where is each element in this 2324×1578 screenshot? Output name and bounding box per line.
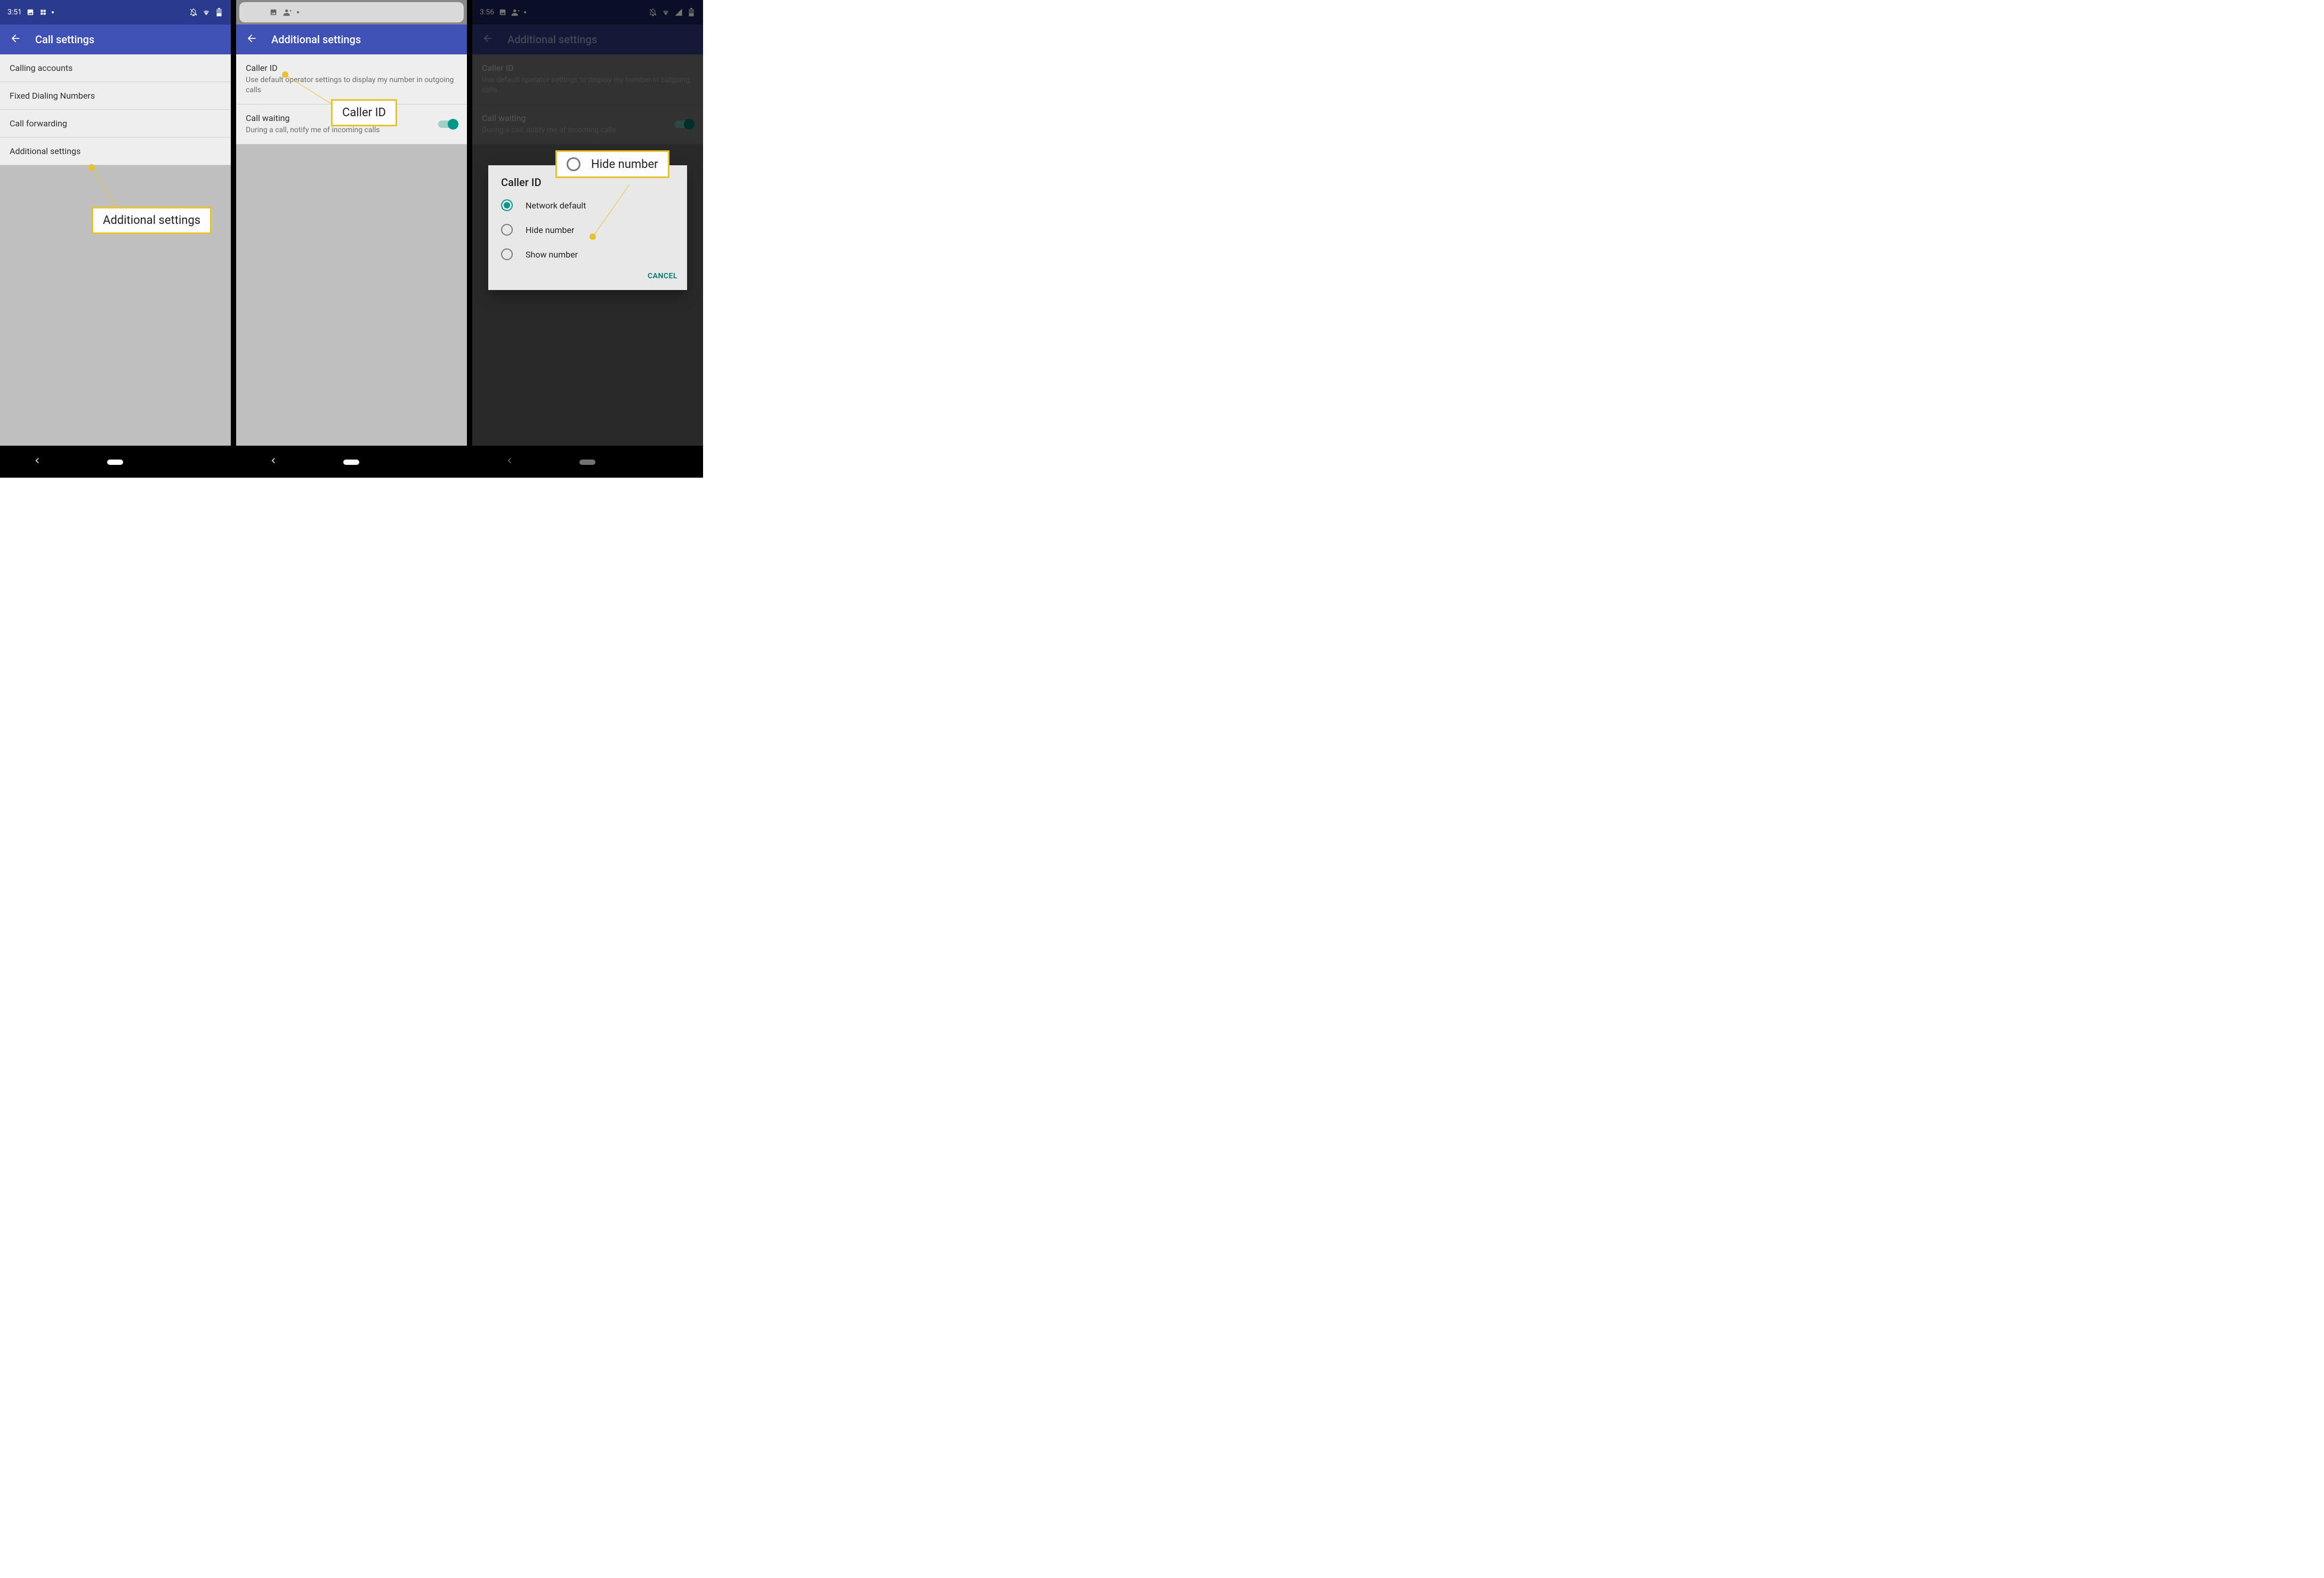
radio-label: Network default: [526, 200, 586, 211]
item-sublabel: Use default operator settings to display…: [246, 75, 457, 95]
item-label: Fixed Dialing Numbers: [10, 91, 221, 101]
nav-back-icon[interactable]: [269, 456, 278, 468]
image-icon: [269, 8, 278, 17]
cancel-button[interactable]: CANCEL: [648, 272, 677, 280]
item-fixed-dialing[interactable]: Fixed Dialing Numbers: [0, 82, 231, 110]
item-caller-id[interactable]: Caller ID Use default operator settings …: [236, 54, 467, 104]
nav-home-icon[interactable]: [107, 457, 123, 467]
slack-icon: [39, 8, 47, 17]
item-sublabel: During a call, notify me of incoming cal…: [246, 125, 380, 135]
page-title: Additional settings: [271, 33, 361, 46]
caller-id-dialog: Caller ID Network default Hide number Sh…: [488, 165, 687, 290]
radio-label: Hide number: [526, 225, 574, 235]
radio-icon: [567, 157, 580, 171]
screen-call-settings: 3:51: [0, 0, 231, 478]
titlebar: Additional settings: [236, 25, 467, 54]
status-bar: 3:51: [0, 0, 231, 25]
nav-home-icon[interactable]: [343, 457, 359, 467]
android-navbar: [236, 446, 467, 478]
battery-icon: [215, 8, 223, 17]
annotation-marker-icon: [282, 71, 288, 78]
radio-icon: [501, 199, 513, 211]
item-label: Caller ID: [246, 63, 457, 73]
radio-hide-number[interactable]: Hide number: [488, 218, 687, 242]
dialog-title: Caller ID: [488, 176, 687, 193]
item-call-forwarding[interactable]: Call forwarding: [0, 110, 231, 138]
screen-additional-settings: Additional settings Caller ID Use defaul…: [236, 0, 467, 478]
status-time: 3:51: [7, 8, 22, 17]
radio-icon: [501, 248, 513, 260]
back-arrow-icon[interactable]: [246, 33, 257, 46]
radio-network-default[interactable]: Network default: [488, 193, 687, 218]
back-arrow-icon[interactable]: [10, 33, 21, 46]
screen-caller-id-dialog: 3:56: [472, 0, 703, 478]
item-additional-settings[interactable]: Additional settings: [0, 138, 231, 165]
bell-mute-icon: [189, 8, 198, 17]
call-waiting-switch[interactable]: [438, 119, 457, 130]
status-dot-icon: [52, 11, 54, 13]
wifi-icon: [202, 8, 211, 17]
titlebar: Call settings: [0, 25, 231, 54]
callout-additional-settings: Additional settings: [92, 207, 212, 234]
android-navbar: [0, 446, 231, 478]
item-label: Call forwarding: [10, 118, 221, 128]
radio-icon: [501, 224, 513, 236]
empty-area: [236, 144, 467, 446]
annotation-marker-icon: [88, 164, 95, 171]
item-calling-accounts[interactable]: Calling accounts: [0, 54, 231, 82]
callout-hide-number: Hide number: [555, 150, 669, 178]
page-title: Call settings: [35, 33, 94, 46]
settings-list: Calling accounts Fixed Dialing Numbers C…: [0, 54, 231, 165]
item-label: Calling accounts: [10, 63, 221, 73]
status-bar: [236, 0, 467, 25]
radio-label: Show number: [526, 249, 578, 260]
person-add-icon: [283, 8, 292, 17]
image-icon: [26, 8, 35, 17]
callout-label: Hide number: [591, 158, 658, 171]
item-label: Additional settings: [10, 146, 221, 156]
callout-caller-id: Caller ID: [331, 99, 397, 126]
status-dot-icon: [297, 11, 299, 13]
radio-show-number[interactable]: Show number: [488, 242, 687, 267]
status-pill: [239, 2, 464, 22]
nav-back-icon[interactable]: [33, 456, 42, 468]
